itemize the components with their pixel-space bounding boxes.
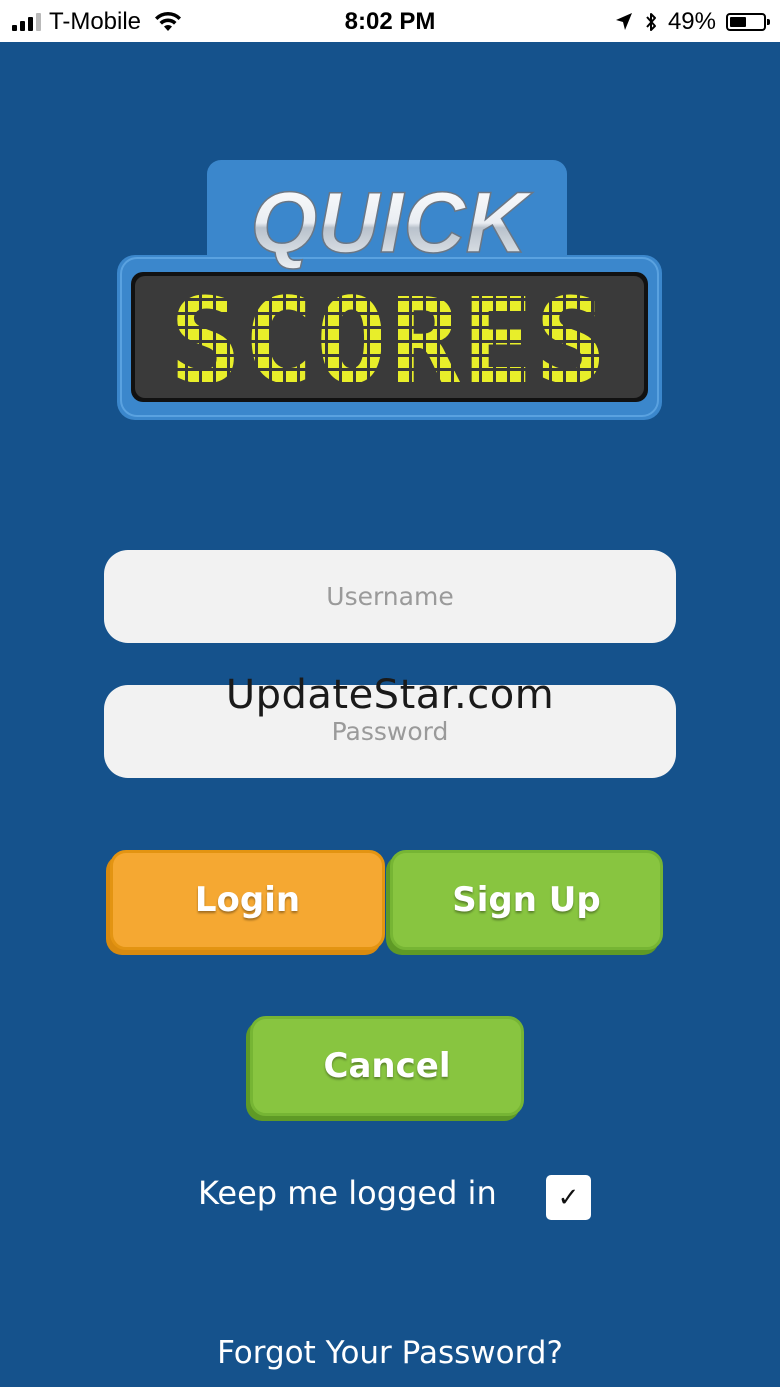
logo-graphic: QUICK SCORES [117, 160, 662, 420]
status-bar: T-Mobile 8:02 PM 49% [0, 0, 780, 42]
sign-up-button[interactable]: Sign Up [390, 850, 663, 950]
forgot-password-link[interactable]: Forgot Your Password? [0, 1335, 780, 1371]
logo-quick-text: QUICK [250, 175, 533, 271]
username-input[interactable] [104, 550, 676, 643]
battery-percent: 49% [667, 8, 716, 35]
keep-logged-in-label: Keep me logged in [198, 1174, 497, 1212]
checkmark-icon: ✓ [557, 1182, 580, 1213]
keep-logged-in-checkbox[interactable]: ✓ [546, 1175, 591, 1220]
cancel-button[interactable]: Cancel [250, 1016, 524, 1116]
password-input[interactable] [104, 685, 676, 778]
location-arrow-icon [615, 13, 632, 30]
logo-scores-text: SCORES [170, 272, 608, 410]
bluetooth-icon [646, 13, 656, 31]
login-button[interactable]: Login [110, 850, 385, 950]
quick-scores-logo: QUICK SCORES [117, 160, 662, 425]
battery-icon [726, 13, 770, 31]
battery-fill [730, 17, 746, 27]
status-right: 49% [614, 8, 770, 36]
